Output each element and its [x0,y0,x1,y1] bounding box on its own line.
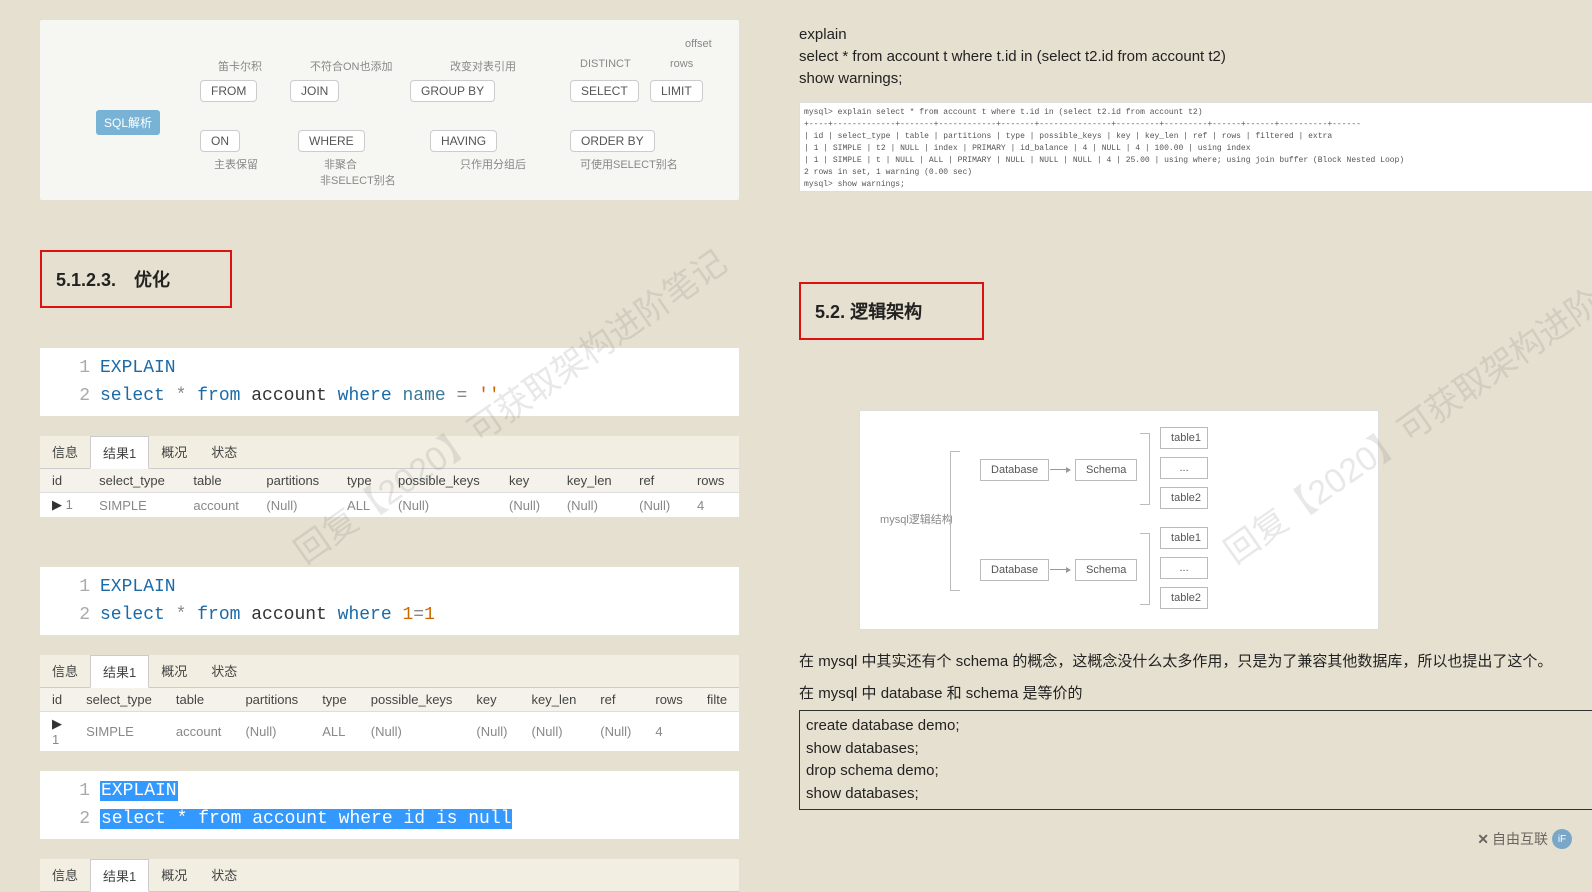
arch-table1b: table1 [1160,527,1208,549]
code-explain-idnull: 1EXPLAIN2select * from account where id … [40,771,739,839]
sql-line: show warnings; [799,68,1592,90]
node-join: JOIN [290,80,339,102]
node-orderby: ORDER BY [570,130,655,152]
sql-cmd: create database demo; [806,715,1592,738]
tab-状态[interactable]: 状态 [199,859,249,891]
result-tabs-2: 信息结果1概况状态 [40,655,739,688]
logical-architecture-diagram: mysql逻辑结构 Database Schema table1 ... tab… [859,410,1379,630]
lbl-mainkeep: 主表保留 [214,156,258,172]
section-title-optimize: 5.1.2.3. 优化 [40,250,232,308]
right-column: explain select * from account t where t.… [799,0,1592,892]
lbl-on-keep: 不符合ON也添加 [310,58,393,74]
arch-db-1: Database [980,459,1049,481]
tab-信息[interactable]: 信息 [40,655,90,687]
brand-badge: ✕ 自由互联 iF [1477,829,1572,849]
arch-table-dots2: ... [1160,557,1208,579]
sql-line: explain [799,24,1592,46]
sql-parse-diagram: SQL解析 FROM JOIN GROUP BY SELECT LIMIT 笛卡… [40,20,739,200]
lbl-offset: offset [685,38,712,50]
result-table-2: idselect_typetablepartitionstypepossible… [40,688,739,751]
arch-table2a: table2 [1160,487,1208,509]
sql-snippet: explain select * from account t where t.… [799,24,1592,90]
info-icon: iF [1552,829,1572,849]
lbl-aftergroup: 只作用分组后 [460,156,526,172]
arch-schema-1: Schema [1075,459,1137,481]
lbl-ref: 改变对表引用 [450,58,516,74]
arch-table2b: table2 [1160,587,1208,609]
node-limit: LIMIT [650,80,703,102]
lbl-distinct: DISTINCT [580,58,631,70]
node-groupby: GROUP BY [410,80,495,102]
node-having: HAVING [430,130,497,152]
tab-概况[interactable]: 概况 [149,859,199,891]
section-title-arch: 5.2. 逻辑架构 [799,282,984,340]
mysql-console-output: mysql> explain select * from account t w… [799,102,1592,192]
arch-schema-2: Schema [1075,559,1137,581]
node-on: ON [200,130,240,152]
tab-结果1[interactable]: 结果1 [90,655,149,688]
sql-cmd: show databases; [806,783,1592,806]
sql-line: select * from account t where t.id in (s… [799,46,1592,68]
code-explain-name: 1EXPLAIN2select * from account where nam… [40,348,739,416]
tab-状态[interactable]: 状态 [199,436,249,468]
tab-结果1[interactable]: 结果1 [90,859,149,892]
node-select: SELECT [570,80,639,102]
result-tabs-1: 信息结果1概况状态 [40,436,739,469]
arch-table1a: table1 [1160,427,1208,449]
node-where: WHERE [298,130,365,152]
tab-状态[interactable]: 状态 [199,655,249,687]
tab-信息[interactable]: 信息 [40,436,90,468]
result-tabs-3: 信息结果1概况状态 [40,859,739,892]
sql-cmd: show databases; [806,738,1592,761]
arch-root: mysql逻辑结构 [880,511,953,527]
schema-paragraph-2: 在 mysql 中 database 和 schema 是等价的 [799,682,1592,706]
sql-parse-badge: SQL解析 [96,110,160,135]
result-table-1: idselect_typetablepartitionstypepossible… [40,469,739,517]
lbl-selectalias: 可使用SELECT别名 [580,156,678,172]
arch-table-dots1: ... [1160,457,1208,479]
arch-db-2: Database [980,559,1049,581]
tab-概况[interactable]: 概况 [149,436,199,468]
left-column: SQL解析 FROM JOIN GROUP BY SELECT LIMIT 笛卡… [40,0,739,892]
tab-信息[interactable]: 信息 [40,859,90,891]
sql-commands-box: create database demo;show databases;drop… [799,710,1592,810]
node-from: FROM [200,80,257,102]
lbl-rows: rows [670,58,693,70]
lbl-cartesian: 笛卡尔积 [218,58,262,74]
code-explain-1eq1: 1EXPLAIN2select * from account where 1=1 [40,567,739,635]
sql-cmd: drop schema demo; [806,760,1592,783]
schema-paragraph-1: 在 mysql 中其实还有个 schema 的概念，这概念没什么太多作用，只是为… [799,650,1592,674]
tab-结果1[interactable]: 结果1 [90,436,149,469]
lbl-nonagg: 非聚合 [324,156,357,172]
lbl-nonselectalias: 非SELECT别名 [320,172,396,188]
tab-概况[interactable]: 概况 [149,655,199,687]
